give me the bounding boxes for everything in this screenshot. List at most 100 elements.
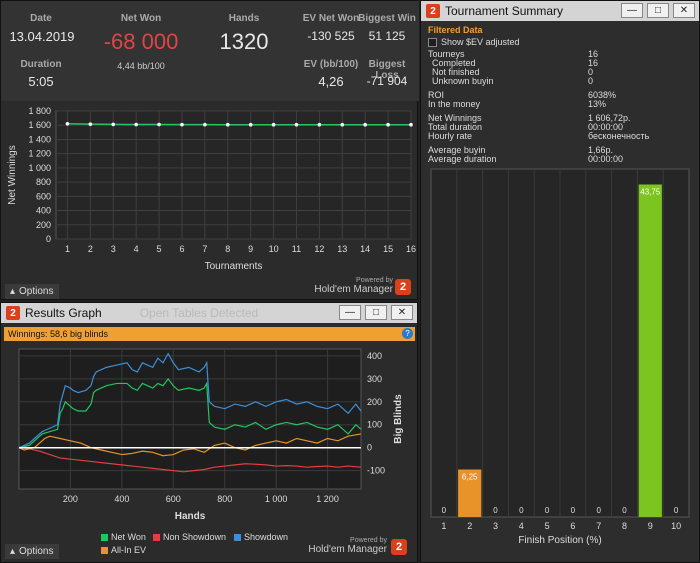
x-tick-label: 400 [114, 494, 129, 504]
data-point [294, 122, 299, 127]
y-tick-label: 100 [367, 420, 382, 430]
powered-by-bottom: Powered by Hold'em Manager [308, 537, 387, 555]
filtered-data-heading: Filtered Data [428, 25, 483, 35]
y-axis-label: Big Blinds [393, 394, 404, 444]
show-sev-checkbox-row[interactable]: Show $EV adjusted [428, 37, 520, 47]
y-tick-label: 1 200 [28, 149, 51, 159]
row-unknown-buyin-label: Unknown buyin [432, 76, 494, 86]
bar-value-label: 0 [674, 506, 679, 515]
bar-value-label: 0 [545, 506, 550, 515]
bar-value-label: 0 [493, 506, 498, 515]
powered-by-top: Powered by Hold'em Manager [314, 277, 393, 295]
legend-swatch [234, 533, 241, 541]
options-button-bottom[interactable]: ▴ Options [5, 544, 59, 559]
y-axis-label: Net Winnings [7, 145, 18, 204]
data-point [157, 122, 161, 127]
bar-value-label: 6,25 [462, 473, 478, 482]
y-tick-label: 1 800 [28, 106, 51, 116]
bar-value-label: 0 [519, 506, 524, 515]
row-hourly-rate-label: Hourly rate [428, 131, 473, 141]
biggest-win-label: Biggest Win [358, 13, 416, 24]
legend-label: All-In EV [111, 545, 147, 555]
bar-value-label: 43,75 [640, 188, 661, 197]
hands-value: 1320 [219, 29, 269, 54]
minimize-button[interactable]: — [621, 3, 643, 18]
results-graph-titlebar[interactable]: 2 Results Graph Open Tables Detected — □… [1, 303, 417, 323]
help-icon[interactable]: ? [402, 328, 413, 339]
data-point [134, 122, 138, 127]
legend-swatch [101, 546, 108, 554]
data-point [225, 122, 230, 127]
net-winnings-chart: 02004006008001 0001 2001 4001 6001 8001 2… [7, 106, 416, 272]
data-point [409, 122, 413, 127]
x-tick-label: 10 [269, 244, 279, 254]
x-tick-label: 4 [519, 521, 524, 531]
data-point [248, 122, 253, 127]
powered-by-text: Powered by [350, 537, 387, 544]
chevron-up-icon: ▴ [10, 286, 16, 297]
options-label: Options [19, 286, 54, 297]
y-tick-label: 400 [367, 351, 382, 361]
results-graph-chart: -1000100200300400200 400 600 800 1 000 1 200H… [18, 348, 404, 522]
x-tick-label: 5 [157, 244, 162, 254]
brand-text: Hold'em Manager [314, 284, 393, 295]
finish-position-chart: 0 1 6,25 2 0 3 0 4 0 5 0 6 0 7 0 8 43,75 9 0 10 Finish Posit… [430, 168, 690, 546]
x-tick-label: 2 [88, 244, 93, 254]
legend-net-won[interactable]: Net Won [101, 532, 146, 542]
session-stats-panel: Date 13.04.2019 Duration 5:05 Net Won -6… [0, 0, 419, 300]
minimize-button[interactable]: — [339, 305, 361, 320]
legend-all-in-ev[interactable]: All-In EV [101, 545, 146, 555]
x-tick-label: 14 [360, 244, 370, 254]
y-tick-label: 600 [36, 191, 51, 201]
y-tick-label: -100 [367, 466, 385, 476]
x-tick-label: 8 [622, 521, 627, 531]
powered-by-text: Powered by [356, 277, 393, 284]
x-tick-label: 800 [217, 494, 232, 504]
chevron-up-icon: ▴ [10, 546, 16, 557]
options-button-top[interactable]: ▴ Options [5, 284, 59, 299]
date-label: Date [30, 13, 52, 24]
x-axis-label: Hands [175, 511, 206, 522]
results-graph-title: Results Graph [25, 306, 102, 320]
stats-header: Date 13.04.2019 Duration 5:05 Net Won -6… [1, 1, 419, 101]
x-tick-label: 11 [292, 244, 301, 254]
data-point [88, 122, 93, 126]
biggest-win-value: 51 125 [368, 29, 406, 43]
tournament-summary-title: Tournament Summary [445, 4, 564, 18]
data-point [363, 122, 367, 127]
hm-logo-icon: 2 [391, 539, 407, 555]
legend-label: Showdown [244, 532, 289, 542]
x-axis-label: Tournaments [205, 261, 263, 272]
checkbox[interactable] [428, 37, 437, 47]
tournament-summary-titlebar[interactable]: 2 Tournament Summary — □ ✕ [421, 1, 699, 21]
maximize-button[interactable]: □ [365, 305, 387, 320]
data-point [203, 122, 207, 127]
results-legend: Net Won Non Showdown Showdown All-In EV [101, 532, 331, 560]
net-won-bb100: 4,44 bb/100 [117, 61, 165, 71]
tournament-summary-window: 2 Tournament Summary — □ ✕ Filtered Data… [420, 0, 700, 563]
x-tick-label: 13 [337, 244, 347, 254]
data-point [386, 122, 390, 127]
biggest-loss-value: -71 904 [366, 74, 408, 88]
x-tick-label: 1 000 [265, 494, 288, 504]
bar-value-label: 0 [622, 506, 627, 515]
hm-app-icon: 2 [6, 306, 20, 320]
duration-value: 5:05 [28, 74, 54, 89]
x-tick-label: 16 [406, 244, 416, 254]
y-tick-label: 1 400 [28, 134, 51, 144]
maximize-button[interactable]: □ [647, 3, 669, 18]
x-tick-label: 200 [63, 494, 78, 504]
close-button[interactable]: ✕ [391, 305, 413, 320]
legend-showdown[interactable]: Showdown [234, 532, 288, 542]
x-tick-label: 5 [545, 521, 550, 531]
ev-net-won-value: -130 525 [307, 29, 355, 43]
x-tick-label: 3 [111, 244, 116, 254]
brand-text: Hold'em Manager [308, 544, 387, 555]
x-tick-label: 9 [648, 521, 653, 531]
x-tick-label: 2 [467, 521, 472, 531]
x-tick-label: 6 [570, 521, 575, 531]
legend-non-showdown[interactable]: Non Showdown [153, 532, 226, 542]
x-tick-label: 1 [441, 521, 446, 531]
y-tick-label: 200 [36, 220, 51, 230]
close-button[interactable]: ✕ [673, 3, 695, 18]
